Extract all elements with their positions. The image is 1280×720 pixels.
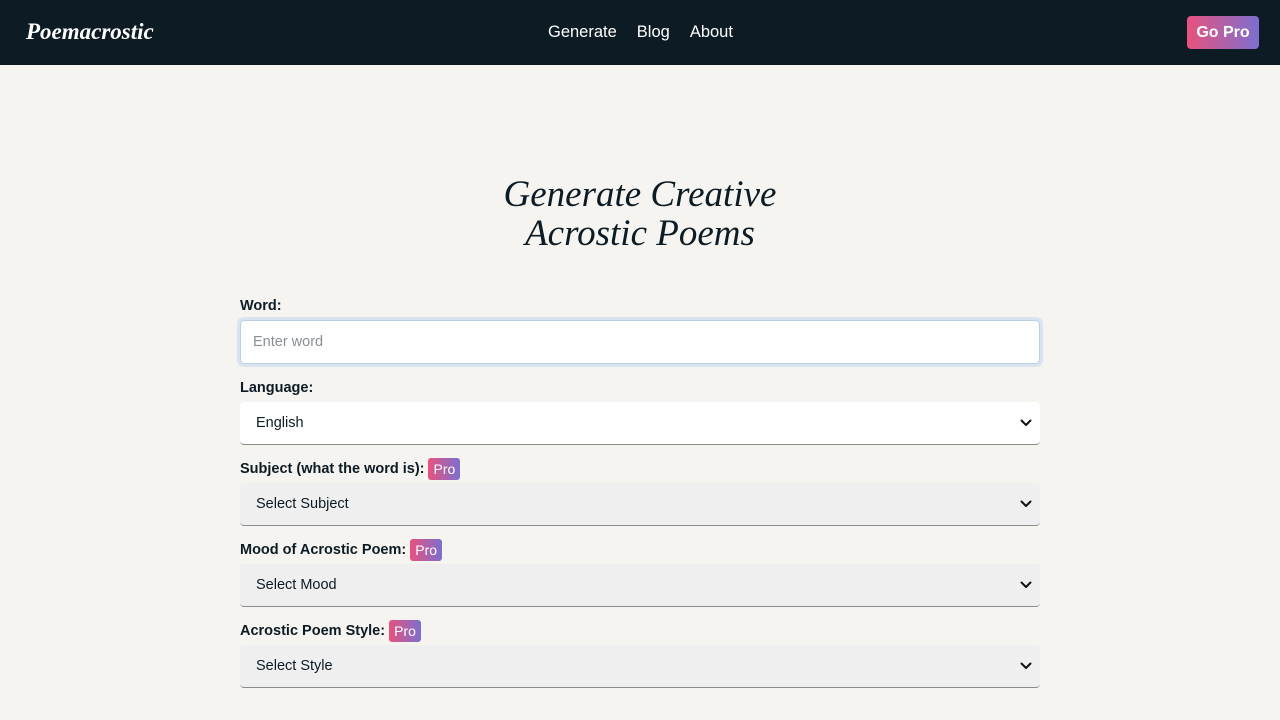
poem-generator-form: Word: Language: English Subject (what th… [240, 294, 1040, 700]
style-label-text: Acrostic Poem Style: [240, 623, 386, 639]
style-pro-badge: Pro [389, 620, 421, 642]
word-input[interactable] [240, 320, 1040, 364]
page-title: Generate Creative Acrostic Poems [340, 175, 940, 253]
word-field-group: Word: [240, 294, 1040, 364]
brand-logo[interactable]: Poemacrostic [26, 17, 154, 47]
language-field-group: Language: English [240, 376, 1040, 445]
style-select[interactable]: Select Style [240, 645, 1040, 688]
language-select[interactable]: English [240, 402, 1040, 445]
subject-label: Subject (what the word is): Pro [240, 457, 1040, 481]
language-select-wrapper: English [240, 402, 1040, 445]
mood-pro-badge: Pro [410, 539, 443, 561]
nav-link-blog[interactable]: Blog [637, 20, 670, 44]
page-title-line-2: Acrostic Poems [525, 213, 755, 254]
mood-field-group: Mood of Acrostic Poem: Pro Select Mood [240, 538, 1040, 607]
mood-select[interactable]: Select Mood [240, 564, 1040, 607]
language-label: Language: [240, 376, 1040, 400]
go-pro-button[interactable]: Go Pro [1187, 16, 1259, 49]
mood-select-wrapper: Select Mood [240, 564, 1040, 607]
nav-link-generate[interactable]: Generate [548, 20, 617, 44]
word-label: Word: [240, 294, 1040, 318]
language-label-text: Language: [240, 380, 314, 396]
page-title-line-1: Generate Creative [503, 174, 777, 215]
subject-field-group: Subject (what the word is): Pro Select S… [240, 457, 1040, 526]
subject-label-text: Subject (what the word is): [240, 461, 425, 477]
style-select-wrapper: Select Style [240, 645, 1040, 688]
style-label: Acrostic Poem Style: Pro [240, 619, 1040, 643]
mood-label-text: Mood of Acrostic Poem: [240, 542, 407, 558]
subject-select[interactable]: Select Subject [240, 483, 1040, 526]
word-label-text: Word: [240, 298, 282, 314]
nav-link-about[interactable]: About [690, 20, 733, 44]
top-navbar: Poemacrostic Generate Blog About Go Pro [0, 0, 1280, 65]
style-field-group: Acrostic Poem Style: Pro Select Style [240, 619, 1040, 688]
main-nav: Generate Blog About [548, 20, 733, 44]
subject-pro-badge: Pro [428, 458, 461, 480]
mood-label: Mood of Acrostic Poem: Pro [240, 538, 1040, 562]
subject-select-wrapper: Select Subject [240, 483, 1040, 526]
